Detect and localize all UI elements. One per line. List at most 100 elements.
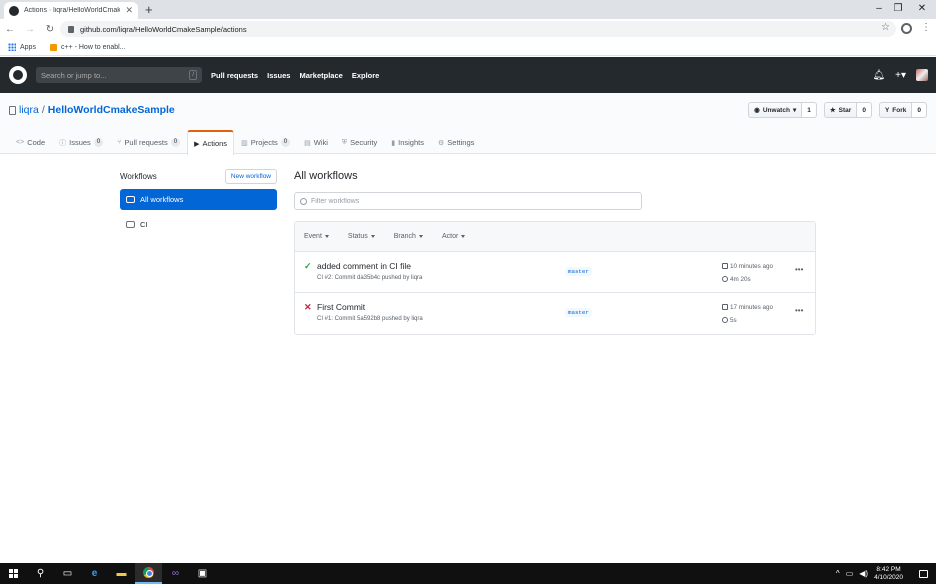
user-avatar[interactable] bbox=[916, 69, 928, 81]
terminal-icon[interactable]: ▣ bbox=[189, 563, 216, 584]
star-button[interactable]: ★ Star bbox=[823, 102, 858, 118]
search-icon[interactable]: ⚲ bbox=[27, 563, 54, 584]
tab-security[interactable]: ⛨ Security bbox=[335, 130, 384, 154]
tab-settings[interactable]: ⚙ Settings bbox=[431, 130, 481, 154]
repo-owner-link[interactable]: liqra bbox=[19, 104, 39, 116]
global-search[interactable]: / bbox=[36, 67, 202, 83]
nav-marketplace[interactable]: Marketplace bbox=[299, 71, 342, 80]
browser-tab[interactable]: Actions · liqra/HelloWorldCmakeSample ✕ bbox=[4, 2, 138, 19]
visual-studio-icon[interactable]: ∞ bbox=[162, 563, 189, 584]
nav-issues[interactable]: Issues bbox=[267, 71, 290, 80]
clock[interactable]: 8:42 PM 4/10/2020 bbox=[874, 566, 903, 582]
back-icon[interactable]: ← bbox=[0, 24, 20, 35]
issue-icon: ⓘ bbox=[59, 139, 67, 147]
run-title-link[interactable]: added comment in CI file bbox=[317, 261, 411, 271]
search-icon bbox=[300, 197, 307, 205]
star-count[interactable]: 0 bbox=[857, 102, 872, 118]
windows-taskbar: ⚲ ▭ e ▬ ∞ ▣ ^ ▭ ◀) 8:42 PM 4/10/2020 bbox=[0, 563, 936, 584]
file-explorer-icon[interactable]: ▬ bbox=[108, 563, 135, 584]
watch-count[interactable]: 1 bbox=[802, 102, 817, 118]
tab-issues[interactable]: ⓘ Issues 0 bbox=[52, 130, 110, 154]
runs-filter-bar: Event Status Branch Actor bbox=[295, 222, 815, 252]
sidebar-item-all-workflows[interactable]: All workflows bbox=[120, 189, 277, 210]
browser-menu-icon[interactable]: ⋮ bbox=[921, 20, 931, 36]
task-view-icon[interactable]: ▭ bbox=[54, 563, 81, 584]
network-icon[interactable]: ▭ bbox=[846, 569, 854, 578]
kebab-menu-icon[interactable]: ••• bbox=[795, 306, 803, 315]
header-nav: Pull requests Issues Marketplace Explore bbox=[211, 71, 379, 80]
bookmark-cpp[interactable]: c++ - How to enabl... bbox=[49, 43, 126, 51]
profile-icon[interactable] bbox=[901, 23, 912, 34]
tab-pull-requests[interactable]: ⑂ Pull requests 0 bbox=[110, 130, 187, 154]
plus-dropdown-icon[interactable]: +▾ bbox=[895, 70, 906, 81]
tab-label: Actions bbox=[202, 139, 228, 148]
tab-counter: 0 bbox=[93, 138, 104, 147]
play-icon: ▶ bbox=[194, 140, 200, 148]
run-time-text: 10 minutes ago bbox=[730, 263, 774, 270]
star-label: Star bbox=[838, 106, 852, 114]
bookmark-label: Apps bbox=[20, 43, 36, 51]
tab-code[interactable]: <> Code bbox=[9, 130, 52, 154]
sidebar-item-label: CI bbox=[140, 220, 148, 229]
project-icon: ▥ bbox=[241, 139, 248, 147]
branch-filter-dropdown[interactable]: Branch bbox=[394, 233, 423, 240]
branch-badge[interactable]: master bbox=[565, 308, 592, 317]
tab-label: Security bbox=[350, 138, 378, 147]
start-button[interactable] bbox=[0, 563, 27, 584]
reload-icon[interactable]: ↻ bbox=[40, 24, 60, 35]
calendar-icon bbox=[722, 304, 728, 310]
fork-button[interactable]: Y Fork bbox=[878, 102, 913, 118]
chevron-up-icon[interactable]: ^ bbox=[836, 569, 840, 578]
caret-down-icon bbox=[418, 235, 423, 238]
volume-icon[interactable]: ◀) bbox=[859, 569, 868, 578]
system-tray: ^ ▭ ◀) 8:42 PM 4/10/2020 bbox=[836, 563, 936, 584]
edge-icon[interactable]: e bbox=[81, 563, 108, 584]
repo-icon bbox=[9, 105, 16, 115]
github-logo-icon[interactable] bbox=[9, 66, 27, 84]
bookmark-label: c++ - How to enabl... bbox=[60, 43, 126, 51]
bell-icon[interactable]: 🔔︎ bbox=[872, 70, 885, 81]
tab-insights[interactable]: ▮ Insights bbox=[384, 130, 431, 154]
status-filter-dropdown[interactable]: Status bbox=[348, 233, 375, 240]
address-bar[interactable]: github.com/liqra/HelloWorldCmakeSample/a… bbox=[60, 21, 896, 37]
sidebar-header: Workflows New workflow bbox=[120, 168, 277, 184]
notification-icon[interactable] bbox=[919, 569, 928, 578]
tab-label: Code bbox=[27, 138, 46, 147]
unwatch-button[interactable]: ◉ Unwatch ▾ bbox=[748, 102, 803, 118]
tab-wiki[interactable]: ▤ Wiki bbox=[297, 130, 335, 154]
close-tab-icon[interactable]: ✕ bbox=[125, 5, 133, 16]
global-search-input[interactable] bbox=[41, 70, 171, 80]
repo-separator: / bbox=[41, 104, 45, 116]
forward-icon[interactable]: → bbox=[20, 24, 40, 35]
tab-counter: 0 bbox=[280, 138, 291, 147]
dropdown-label: Event bbox=[304, 233, 322, 240]
sidebar-item-ci[interactable]: CI bbox=[120, 214, 277, 235]
filter-workflows[interactable] bbox=[294, 192, 642, 210]
new-tab-button[interactable]: + bbox=[145, 2, 153, 17]
close-window-button[interactable]: ✕ bbox=[908, 1, 936, 17]
gear-icon: ⚙ bbox=[437, 139, 445, 147]
fork-count[interactable]: 0 bbox=[912, 102, 927, 118]
bookmark-star-icon[interactable]: ☆ bbox=[881, 22, 890, 33]
dropdown-label: Branch bbox=[393, 233, 416, 240]
github-favicon-icon bbox=[9, 5, 19, 16]
bookmark-apps[interactable]: Apps bbox=[8, 43, 36, 51]
new-workflow-button[interactable]: New workflow bbox=[224, 168, 277, 184]
actor-filter-dropdown[interactable]: Actor bbox=[442, 233, 466, 240]
tab-actions[interactable]: ▶ Actions bbox=[187, 130, 235, 155]
nav-pull-requests[interactable]: Pull requests bbox=[211, 71, 258, 80]
workflow-run-row[interactable]: ✕ First Commit CI #1: Commit 5a592b8 pus… bbox=[295, 293, 815, 334]
tab-projects[interactable]: ▥ Projects 0 bbox=[234, 130, 297, 154]
run-title-link[interactable]: First Commit bbox=[317, 302, 365, 312]
star-group: ★ Star 0 bbox=[823, 102, 872, 118]
filter-workflows-input[interactable] bbox=[311, 197, 611, 205]
graph-icon: ▮ bbox=[391, 139, 396, 147]
branch-badge[interactable]: master bbox=[565, 267, 592, 276]
kebab-menu-icon[interactable]: ••• bbox=[795, 265, 803, 274]
repo-name-link[interactable]: HelloWorldCmakeSample bbox=[48, 104, 175, 116]
workflow-run-row[interactable]: ✓ added comment in CI file CI #2: Commit… bbox=[295, 252, 815, 293]
event-filter-dropdown[interactable]: Event bbox=[304, 233, 329, 240]
chrome-taskbar-icon[interactable] bbox=[135, 563, 162, 584]
nav-explore[interactable]: Explore bbox=[352, 71, 380, 80]
fork-icon: Y bbox=[884, 106, 890, 114]
